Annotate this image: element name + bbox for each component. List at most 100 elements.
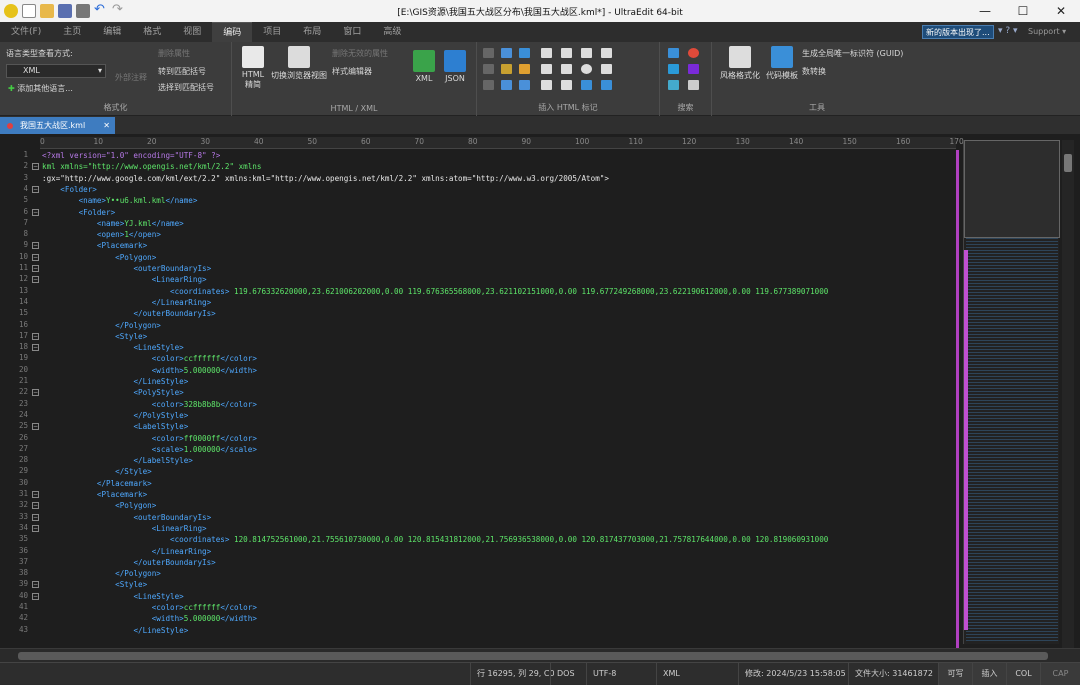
fold-toggle-icon[interactable]: − (32, 502, 39, 510)
fold-toggle-icon[interactable]: − (32, 592, 39, 600)
outer-comment-button[interactable]: 外部注释 (115, 72, 147, 83)
code-line[interactable]: kml xmlns="http://www.opengis.net/kml/2.… (42, 161, 261, 172)
code-line[interactable]: </Polygon> (42, 320, 161, 331)
fold-toggle-icon[interactable]: − (32, 389, 39, 397)
code-line[interactable]: <LineStyle> (42, 591, 183, 602)
code-line[interactable]: <coordinates> 119.676332620000,23.621006… (42, 286, 828, 297)
insert-mode-toggle[interactable]: 插入 (972, 663, 1006, 685)
picture-icon[interactable] (581, 80, 592, 90)
fold-toggle-icon[interactable]: − (32, 276, 39, 284)
style-format-button[interactable]: 风格格式化 (716, 46, 764, 81)
fold-toggle-icon[interactable]: − (32, 242, 39, 250)
language-select[interactable]: XML ▾ (6, 64, 106, 78)
new-file-icon[interactable] (22, 4, 36, 18)
fold-toggle-icon[interactable]: − (32, 581, 39, 589)
menu-advanced[interactable]: 高级 (372, 22, 412, 42)
code-line[interactable]: <color>ff0000ff</color> (42, 433, 257, 444)
fold-toggle-icon[interactable]: − (32, 423, 39, 431)
help-icon[interactable]: ▾ ? ▾ (998, 26, 1018, 36)
textbox-icon[interactable] (541, 64, 552, 74)
button-icon[interactable] (541, 80, 552, 90)
code-line[interactable]: <coordinates> 120.814752561000,21.755610… (42, 534, 828, 545)
number-convert-button[interactable]: 数转换 (802, 66, 826, 77)
code-line[interactable]: <Polygon> (42, 252, 156, 263)
italic-icon[interactable] (483, 64, 494, 74)
code-line[interactable]: <Placemark> (42, 240, 147, 251)
code-line[interactable]: <LabelStyle> (42, 421, 188, 432)
code-line[interactable]: <Placemark> (42, 489, 147, 500)
yahoo-icon[interactable] (688, 64, 699, 74)
table-icon[interactable] (501, 48, 512, 58)
line-number-gutter[interactable]: 1 2−3 4−5 6−7 8 9−10−11−12−13 14 15 16 17−18−19 20… (0, 150, 40, 648)
open-folder-icon[interactable] (40, 4, 54, 18)
json-button[interactable]: JSON (440, 50, 470, 83)
google-icon[interactable] (688, 48, 699, 58)
anchor-icon[interactable] (519, 64, 530, 74)
encoding-select[interactable]: UTF-8 (586, 663, 656, 685)
line-ending[interactable]: DOS (550, 663, 586, 685)
fold-toggle-icon[interactable]: − (32, 513, 39, 521)
menu-view[interactable]: 视图 (172, 22, 212, 42)
generate-guid-button[interactable]: 生成全局唯一标识符 (GUID) (802, 48, 903, 59)
menu-project[interactable]: 项目 (252, 22, 292, 42)
xml-button[interactable]: XML (410, 50, 438, 83)
column-mode-toggle[interactable]: COL (1006, 663, 1040, 685)
html-tidy-button[interactable]: HTML 精简 (238, 46, 268, 90)
code-line[interactable]: <outerBoundaryIs> (42, 263, 211, 274)
minimap[interactable] (963, 140, 1060, 644)
support-menu[interactable]: Support ▾ (1028, 27, 1066, 36)
new-version-notice[interactable]: 新的版本出现了... (922, 25, 994, 39)
print-icon[interactable] (76, 4, 90, 18)
menu-format[interactable]: 格式 (132, 22, 172, 42)
save-icon[interactable] (58, 4, 72, 18)
writable-toggle[interactable]: 可写 (938, 663, 972, 685)
close-button[interactable]: ✕ (1042, 0, 1080, 22)
checkbox-icon[interactable] (561, 48, 572, 58)
code-line[interactable]: <name>Y••u6.kml.kml</name> (42, 195, 198, 206)
select-icon[interactable] (561, 80, 572, 90)
file-tab[interactable]: 我国五大战区.kml ✕ (0, 117, 115, 134)
menu-layout[interactable]: 布局 (292, 22, 332, 42)
code-line[interactable]: <LineStyle> (42, 342, 183, 353)
editor-pane[interactable]: 0 10 20 30 40 50 60 70 80 90 100 110 120 130 140 150 160… (0, 134, 1080, 648)
code-line[interactable]: </LinearRing> (42, 546, 211, 557)
code-line[interactable]: <width>5.000000</width> (42, 613, 257, 624)
add-language-button[interactable]: ✚ 添加其他语言... (8, 83, 73, 94)
code-line[interactable]: </Polygon> (42, 568, 161, 579)
media-icon[interactable] (601, 80, 612, 90)
code-line[interactable]: </LabelStyle> (42, 455, 192, 466)
form-icon[interactable] (541, 48, 552, 58)
code-line[interactable]: <color>ccffffff</color> (42, 602, 257, 613)
vertical-scroll-thumb[interactable] (1064, 154, 1072, 172)
code-line[interactable]: <outerBoundaryIs> (42, 512, 211, 523)
code-line[interactable]: <Polygon> (42, 500, 156, 511)
code-line[interactable]: <?xml version="1.0" encoding="UTF-8" ?> (42, 150, 220, 161)
textarea-icon[interactable] (561, 64, 572, 74)
list-icon[interactable] (501, 80, 512, 90)
syntax-select[interactable]: XML (656, 663, 738, 685)
code-line[interactable]: <PolyStyle> (42, 387, 183, 398)
code-line[interactable]: </outerBoundaryIs> (42, 557, 215, 568)
code-line[interactable]: <Folder> (42, 207, 116, 218)
fold-toggle-icon[interactable]: − (32, 491, 39, 498)
delete-attribute-button[interactable]: 删除属性 (158, 48, 190, 59)
menu-coding[interactable]: 编码 (212, 22, 253, 42)
menu-window[interactable]: 窗口 (332, 22, 372, 42)
search-b-icon[interactable] (668, 80, 679, 90)
grid-icon[interactable] (601, 64, 612, 74)
checked-icon[interactable] (581, 48, 592, 58)
code-line[interactable]: <Style> (42, 579, 147, 590)
code-line[interactable]: <color>ccffffff</color> (42, 353, 257, 364)
minimize-button[interactable]: — (966, 0, 1004, 22)
fold-toggle-icon[interactable]: − (32, 163, 39, 171)
code-line[interactable]: <Style> (42, 331, 147, 342)
wikipedia-icon[interactable] (688, 80, 699, 90)
code-line[interactable]: </outerBoundaryIs> (42, 308, 215, 319)
vertical-scrollbar[interactable] (1062, 140, 1074, 648)
code-line[interactable]: </LineStyle> (42, 376, 188, 387)
code-line[interactable]: <name>YJ.kml</name> (42, 218, 184, 229)
fold-toggle-icon[interactable]: − (32, 524, 39, 532)
code-area[interactable]: <?xml version="1.0" encoding="UTF-8" ?> k… (42, 150, 956, 648)
code-line[interactable]: <open>1</open> (42, 229, 161, 240)
code-line[interactable]: <Folder> (42, 184, 97, 195)
